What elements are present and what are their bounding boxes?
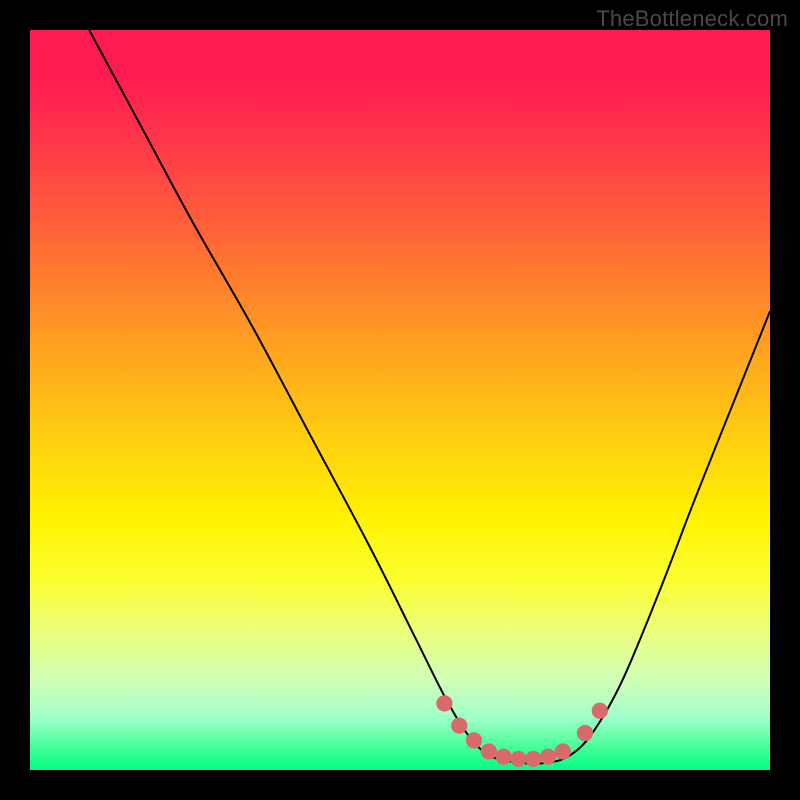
highlight-dot [555, 743, 571, 759]
chart-frame: TheBottleneck.com [0, 0, 800, 800]
highlight-dot [525, 751, 541, 767]
watermark-text: TheBottleneck.com [596, 6, 788, 32]
plot-area [30, 30, 770, 770]
curve-svg [30, 30, 770, 770]
highlight-dot [451, 717, 467, 733]
highlight-dot [481, 743, 497, 759]
bottleneck-curve [89, 30, 770, 764]
highlight-dot [540, 749, 556, 765]
highlight-dot [495, 749, 511, 765]
highlight-dots [436, 695, 608, 767]
highlight-dot [510, 751, 526, 767]
highlight-dot [577, 725, 593, 741]
highlight-dot [466, 732, 482, 748]
highlight-dot [436, 695, 452, 711]
highlight-dot [592, 703, 608, 719]
